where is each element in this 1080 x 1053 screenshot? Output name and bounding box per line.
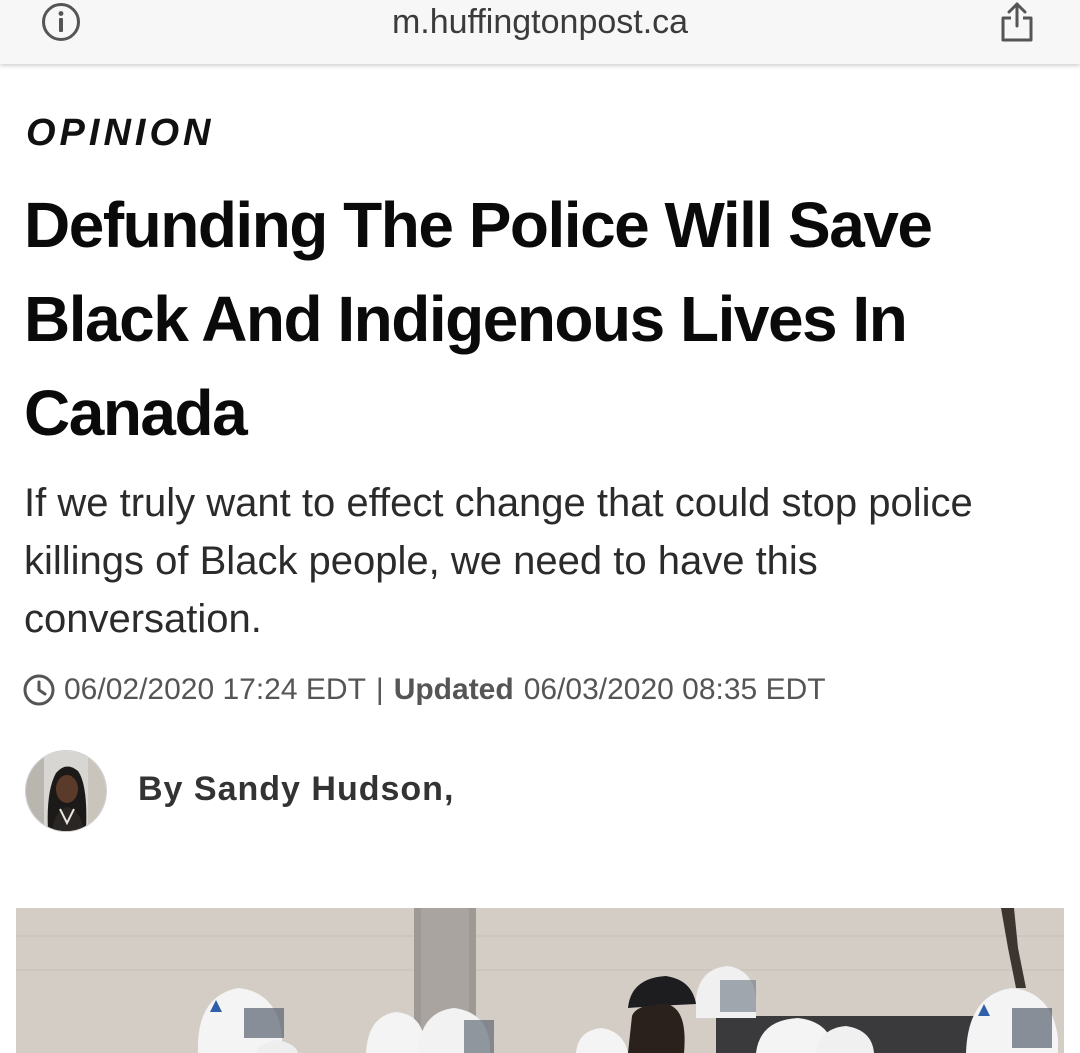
updated-label: Updated	[393, 673, 514, 706]
meta-separator: |	[375, 673, 384, 706]
author-avatar[interactable]	[25, 750, 107, 832]
published-date: 06/02/2020 17:24 EDT	[64, 673, 366, 706]
url-address[interactable]: m.huffingtonpost.ca	[0, 2, 1080, 42]
article-dek: If we truly want to effect change that c…	[24, 481, 973, 641]
police-photo	[16, 908, 1064, 1053]
hero-image[interactable]	[16, 908, 1064, 1053]
byline: By Sandy Hudson,	[138, 768, 454, 810]
section-label[interactable]: OPINION	[26, 110, 214, 156]
author-photo	[26, 751, 106, 831]
author-name-link[interactable]: Sandy Hudson,	[194, 770, 454, 808]
article-headline: Defunding The Police Will Save Black And…	[24, 189, 933, 449]
article-timestamps: 06/02/2020 17:24 EDT | Updated 06/03/202…	[22, 670, 826, 710]
share-icon[interactable]	[998, 0, 1036, 44]
browser-url-bar: m.huffingtonpost.ca	[0, 0, 1080, 64]
updated-date: 06/03/2020 08:35 EDT	[523, 673, 826, 706]
clock-icon	[23, 674, 55, 706]
byline-prefix: By	[138, 770, 184, 808]
